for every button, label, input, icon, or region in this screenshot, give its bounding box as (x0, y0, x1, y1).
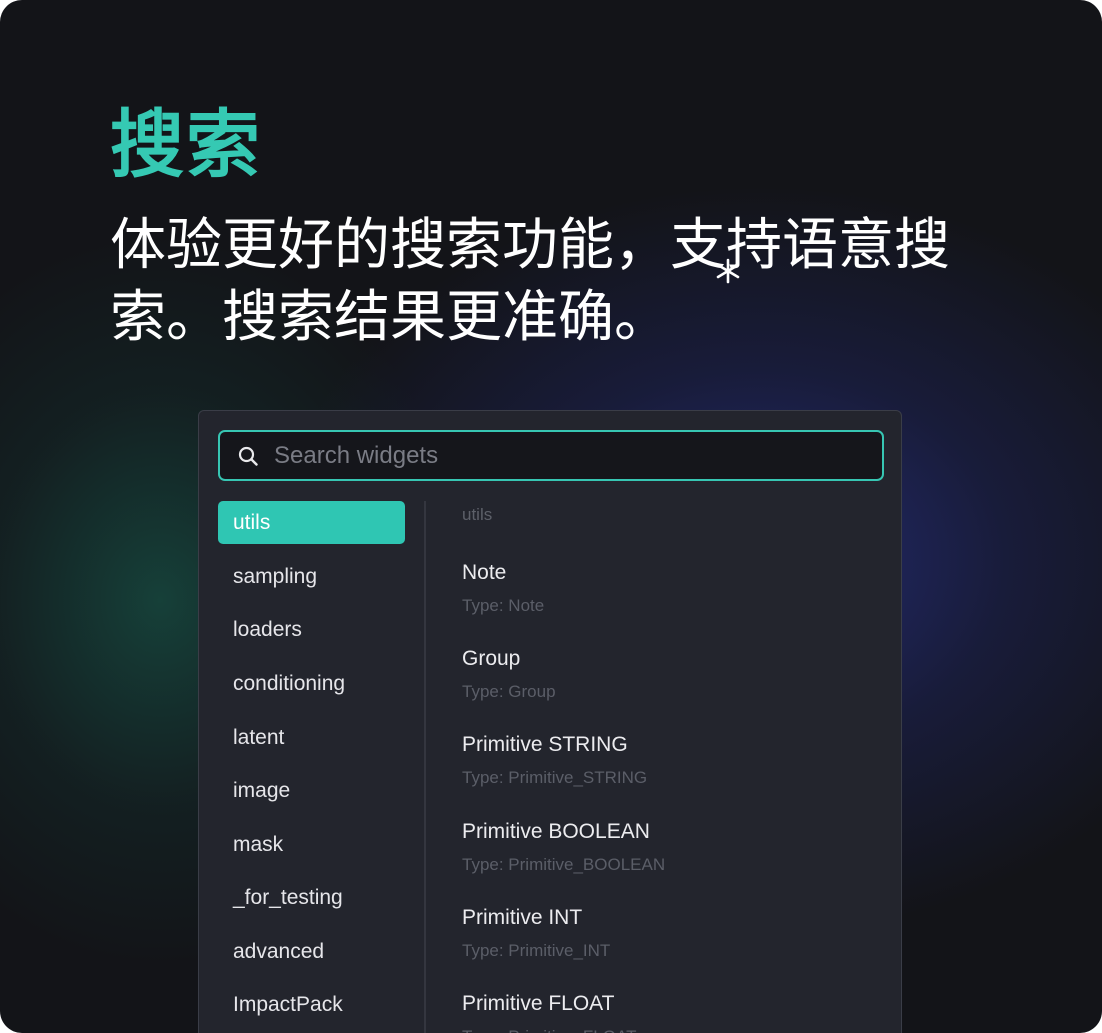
result-title: Primitive STRING (462, 733, 628, 756)
result-item[interactable]: Primitive FLOAT Type: Primitive_FLOAT (462, 992, 882, 1033)
search-icon (238, 446, 258, 466)
result-item[interactable]: Primitive BOOLEAN Type: Primitive_BOOLEA… (462, 820, 882, 890)
result-title: Group (462, 647, 521, 670)
text-cursor-icon (716, 258, 740, 284)
result-item[interactable]: Group Type: Group (462, 647, 882, 717)
result-type: Type: Group (462, 682, 556, 701)
result-title: Primitive FLOAT (462, 992, 615, 1015)
sidebar-item-sampling[interactable]: sampling (218, 555, 405, 598)
search-bar[interactable] (218, 430, 884, 481)
result-type: Type: Primitive_INT (462, 941, 611, 960)
sidebar-item-latent[interactable]: latent (218, 716, 405, 759)
result-title: Note (462, 561, 507, 584)
promo-card: 搜索 体验更好的搜索功能，支持语意搜索。搜索结果更准确。 utils sampl… (0, 0, 1102, 1033)
panel-divider (424, 501, 426, 1033)
page-title: 搜索 (110, 102, 262, 188)
result-item[interactable]: Primitive STRING Type: Primitive_STRING (462, 733, 882, 803)
sidebar-item-utils[interactable]: utils (218, 501, 405, 544)
page-subtitle: 体验更好的搜索功能，支持语意搜索。搜索结果更准确。 (110, 213, 950, 350)
result-title: Primitive INT (462, 906, 583, 929)
result-type: Type: Primitive_BOOLEAN (462, 855, 666, 874)
widget-search-panel: utils sampling loaders conditioning late… (198, 410, 902, 1033)
results-section-label: utils (462, 505, 493, 524)
search-input[interactable] (274, 438, 864, 474)
sidebar-item-for-testing[interactable]: _for_testing (218, 876, 405, 919)
result-item[interactable]: Primitive INT Type: Primitive_INT (462, 906, 882, 976)
sidebar-item-conditioning[interactable]: conditioning (218, 662, 405, 705)
result-title: Primitive BOOLEAN (462, 820, 650, 843)
result-type: Type: Note (462, 596, 545, 615)
sidebar-item-advanced[interactable]: advanced (218, 930, 405, 973)
sidebar-item-impactpack[interactable]: ImpactPack (218, 983, 405, 1026)
result-type: Type: Primitive_STRING (462, 768, 648, 787)
sidebar-item-mask[interactable]: mask (218, 823, 405, 866)
sidebar-item-loaders[interactable]: loaders (218, 608, 405, 651)
sidebar-item-image[interactable]: image (218, 769, 405, 812)
result-type: Type: Primitive_FLOAT (462, 1027, 636, 1033)
result-item[interactable]: Note Type: Note (462, 561, 882, 631)
